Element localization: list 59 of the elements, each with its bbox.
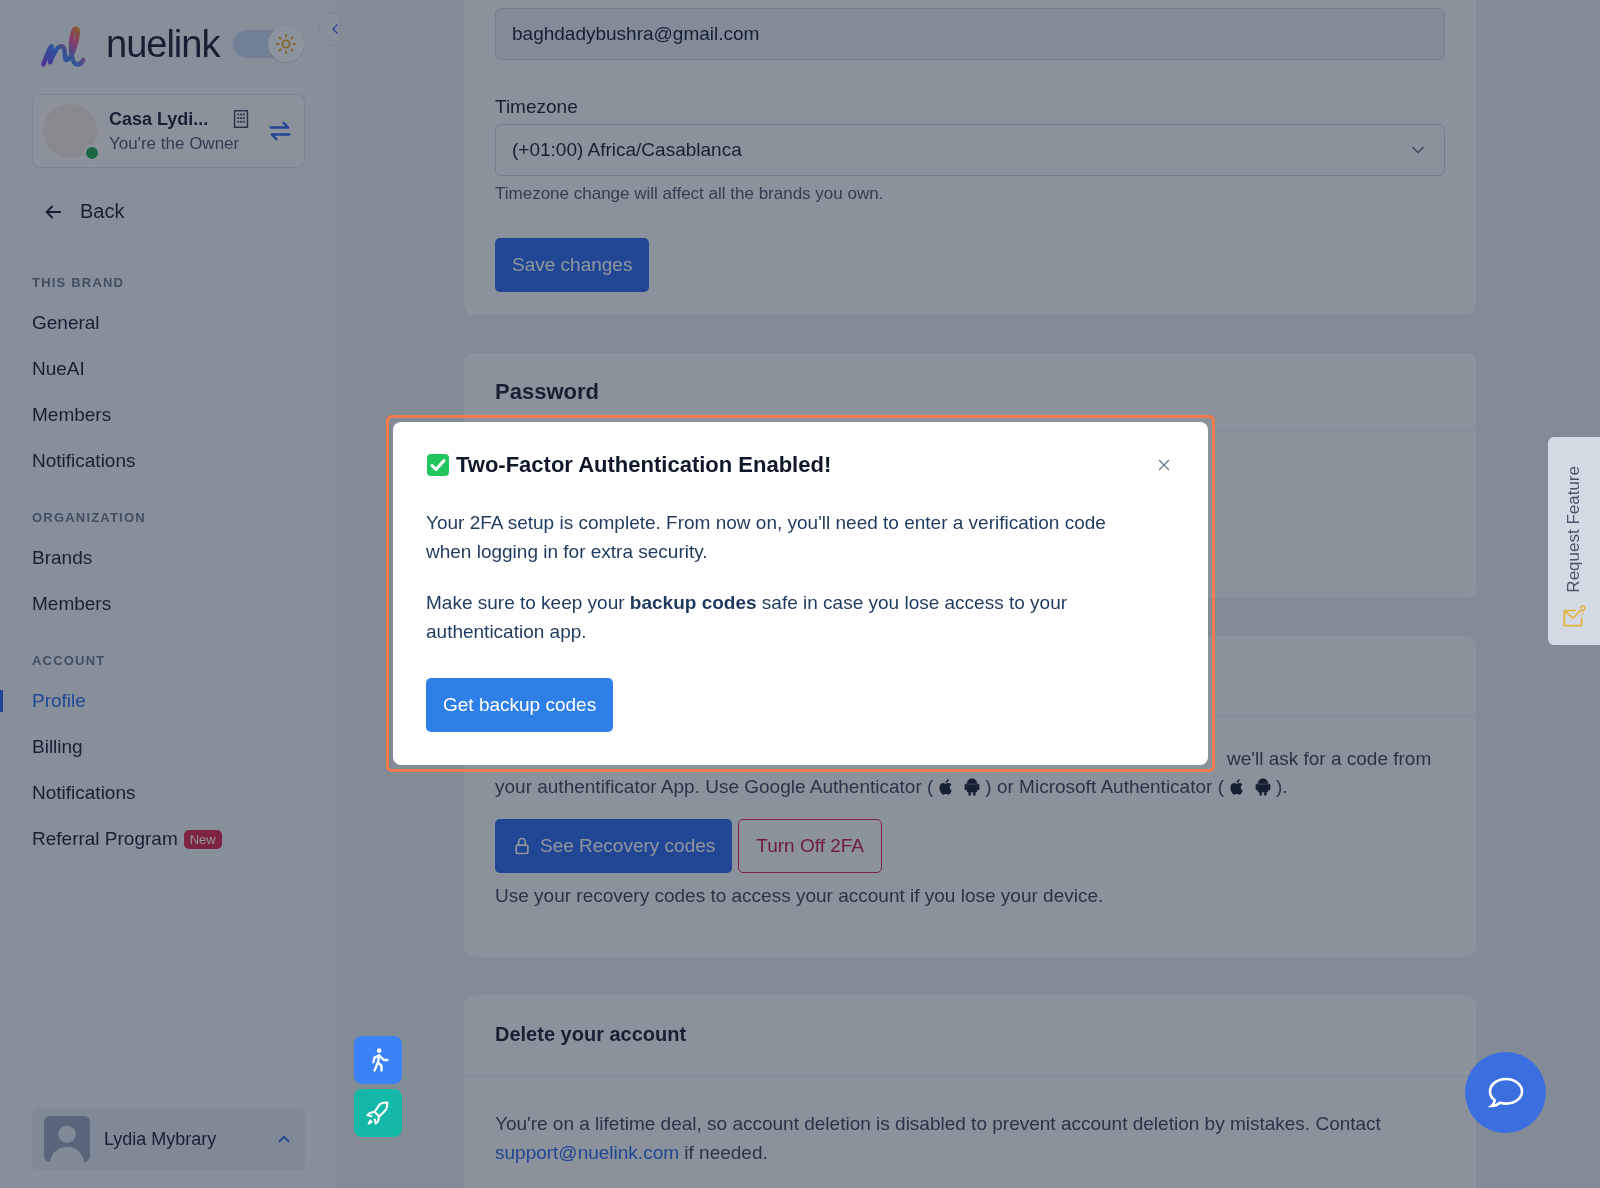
sidebar-item[interactable]: Members [0, 581, 337, 627]
sidebar-item[interactable]: Notifications [0, 438, 337, 484]
timezone-label: Timezone [495, 96, 579, 118]
section-heading: ACCOUNT [32, 653, 107, 668]
email-field[interactable]: baghdadybushra@gmail.com [495, 8, 1445, 60]
brand-name: Casa Lydi... [109, 108, 209, 130]
sidebar-item-label: Members [32, 404, 112, 426]
sidebar-item[interactable]: Brands [0, 535, 337, 581]
turn-off-2fa-button[interactable]: Turn Off 2FA [738, 819, 883, 873]
sidebar-item-label: Billing [32, 736, 83, 758]
theme-toggle[interactable] [233, 25, 305, 63]
description-text: your authentificator App. Use Google Authenticator ( [495, 775, 934, 799]
support-email-link[interactable]: support@nuelink.com [495, 1142, 680, 1163]
sun-icon [275, 33, 297, 55]
check-icon [426, 453, 450, 477]
timezone-select[interactable]: (+01:00) Africa/Casablanca [495, 124, 1445, 176]
description-text: we'll ask for a code from [1226, 747, 1433, 771]
description-text: ) or Microsoft Authenticator ( [985, 775, 1224, 799]
sidebar-item-label: Brands [32, 547, 93, 569]
recovery-codes-button[interactable]: See Recovery codes [495, 819, 733, 873]
recovery-hint: Use your recovery codes to access your account if you lose your device. [495, 885, 1105, 907]
sidebar-item-label: General [32, 312, 100, 334]
user-avatar-icon [44, 1116, 90, 1162]
brand-card[interactable]: Casa Lydi... You're the Owner [32, 94, 305, 168]
timezone-hint: Timezone change will affect all the brands you own. [495, 184, 885, 204]
description-text: ). [1276, 775, 1288, 799]
sidebar-item[interactable]: Referral Program New [0, 816, 337, 862]
sidebar-item[interactable]: Profile [0, 678, 337, 724]
sidebar-item-label: Referral Program [32, 828, 178, 850]
request-feature-tab[interactable]: Request Feature [1548, 437, 1600, 645]
sidebar-item[interactable]: Members [0, 392, 337, 438]
sidebar-item-label: NueAI [32, 358, 85, 380]
sidebar-item[interactable]: General [0, 300, 337, 346]
section-heading: THIS BRAND [32, 275, 126, 290]
walkthrough-button[interactable] [354, 1036, 402, 1084]
sidebar-item-label: Profile [32, 690, 86, 712]
sidebar-item[interactable]: Notifications [0, 770, 337, 816]
logo-text: nuelink [106, 22, 220, 66]
backup-codes-button[interactable]: Get backup codes [426, 678, 614, 732]
back-link[interactable]: Back [42, 200, 125, 223]
lock-icon [512, 836, 532, 856]
owner-role: You're the Owner [109, 134, 241, 154]
new-badge: New [183, 829, 222, 849]
sidebar-item-label: Members [32, 593, 112, 615]
android-icon [1253, 777, 1273, 797]
rocket-button[interactable] [354, 1089, 402, 1137]
user-name: Lydia Mybrary [104, 1128, 218, 1150]
android-icon [962, 777, 983, 797]
sidebar-item-label: Notifications [32, 450, 136, 472]
modal-title: Two-Factor Authentication Enabled! [456, 452, 833, 478]
user-menu[interactable]: Lydia Mybrary [32, 1108, 305, 1170]
section-title: Delete your account [464, 995, 1476, 1077]
section-heading: ORGANIZATION [32, 510, 147, 525]
modal-text: Your 2FA setup is complete. From now on, you'll need to enter a verification code when logging in for extra security. [426, 511, 1107, 564]
modal-text: Make sure to keep your backup codes safe in case you lose access to your authentication app. [426, 591, 1069, 644]
save-button[interactable]: Save changes [495, 238, 650, 292]
sidebar-item[interactable]: Billing [0, 724, 337, 770]
sidebar-item[interactable]: NueAI [0, 346, 337, 392]
sidebar-item-label: Notifications [32, 782, 136, 804]
